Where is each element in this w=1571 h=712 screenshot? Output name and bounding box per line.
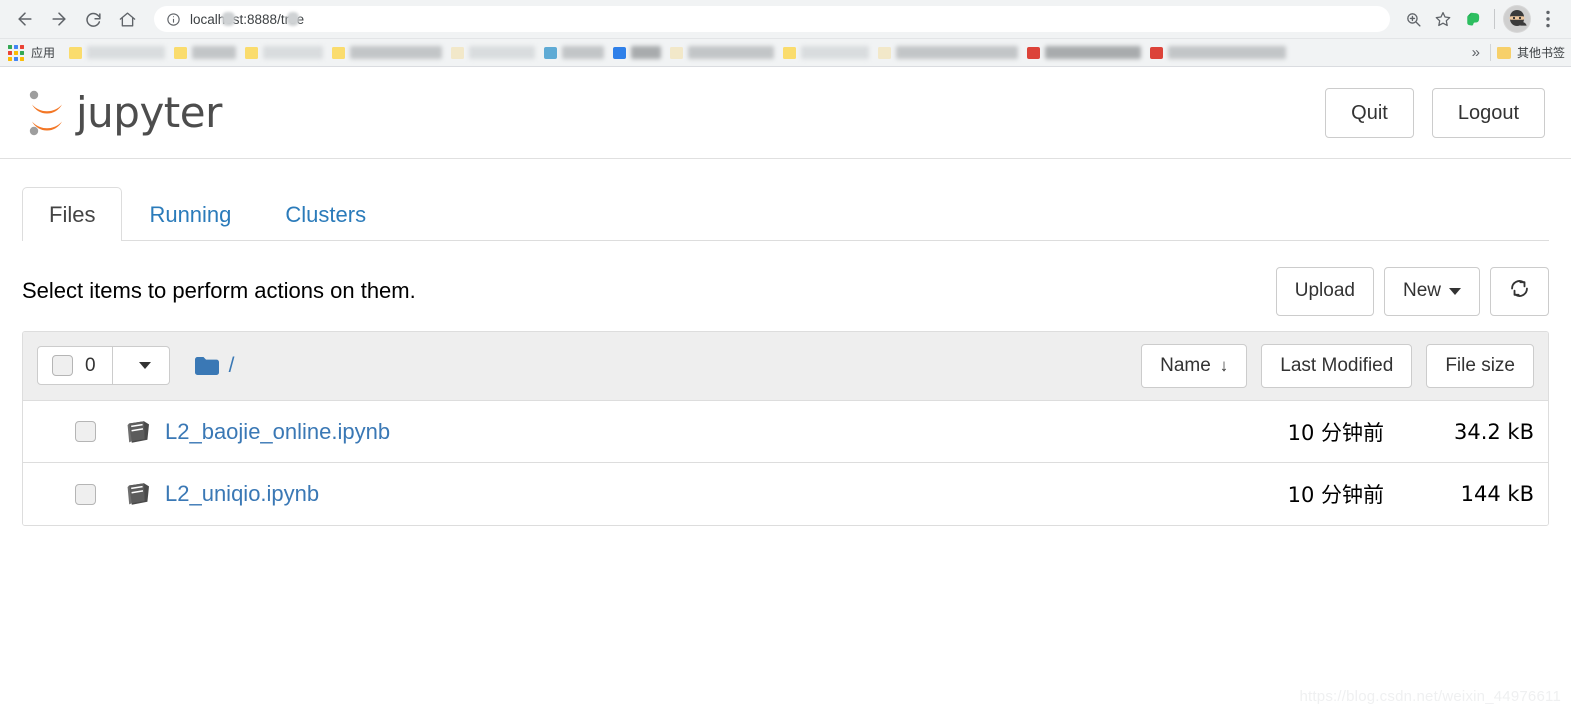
bookmarks-bar: 应用 » 其他书签 bbox=[0, 38, 1571, 66]
profile-avatar-icon[interactable] bbox=[1503, 5, 1531, 33]
select-dropdown-button[interactable] bbox=[112, 346, 170, 386]
file-name-link[interactable]: L2_uniqio.ipynb bbox=[165, 481, 319, 507]
selected-count: 0 bbox=[85, 355, 96, 377]
url-blur-redaction bbox=[287, 12, 299, 26]
chevron-down-icon bbox=[1449, 287, 1461, 295]
bookmark-item[interactable] bbox=[332, 42, 443, 64]
row-checkbox[interactable] bbox=[75, 421, 96, 443]
file-size: 144 kB bbox=[1460, 482, 1534, 507]
browser-chrome: localhost:8888/tree 应用 » 其他书签 bbox=[0, 0, 1571, 67]
tabs-container: Files Running Clusters bbox=[0, 187, 1571, 241]
tab-running[interactable]: Running bbox=[122, 187, 258, 241]
sort-name-label: Name bbox=[1160, 354, 1211, 376]
three-dot-menu-icon[interactable] bbox=[1533, 4, 1563, 34]
table-row[interactable]: L2_uniqio.ipynb 10 分钟前 144 kB bbox=[23, 463, 1548, 526]
upload-button[interactable]: Upload bbox=[1275, 266, 1374, 317]
jupyter-logo-icon bbox=[24, 87, 70, 139]
sort-by-name-button[interactable]: Name ↓ bbox=[1141, 343, 1248, 389]
file-modified: 10 分钟前 bbox=[1287, 483, 1384, 508]
jupyter-logo-text: jupyter bbox=[76, 87, 222, 137]
bookmark-item[interactable] bbox=[783, 42, 870, 64]
browser-toolbar: localhost:8888/tree bbox=[0, 0, 1571, 38]
chevron-down-icon bbox=[138, 362, 151, 370]
folder-icon bbox=[1496, 46, 1511, 59]
apps-grid-icon[interactable] bbox=[8, 44, 24, 61]
bookmark-item[interactable] bbox=[245, 42, 324, 64]
logout-button[interactable]: Logout bbox=[1431, 87, 1545, 138]
apps-label[interactable]: 应用 bbox=[31, 44, 55, 61]
new-label: New bbox=[1402, 280, 1441, 302]
notebook-icon bbox=[126, 420, 152, 444]
file-list-header: 0 / Name ↓ Last Modified File size bbox=[23, 331, 1548, 402]
sort-by-size-button[interactable]: File size bbox=[1426, 343, 1534, 389]
url-blur-redaction bbox=[222, 12, 235, 26]
bookmark-item[interactable] bbox=[544, 42, 605, 64]
bookmark-item[interactable] bbox=[451, 42, 536, 64]
bookmarks-overflow-button[interactable]: » bbox=[1462, 44, 1490, 61]
home-icon[interactable] bbox=[110, 2, 144, 36]
file-modified: 10 分钟前 bbox=[1287, 420, 1384, 445]
toolbar-divider bbox=[1494, 9, 1495, 29]
tab-files[interactable]: Files bbox=[22, 187, 123, 241]
file-name-link[interactable]: L2_baojie_online.ipynb bbox=[165, 419, 390, 445]
other-bookmarks-label: 其他书签 bbox=[1516, 46, 1565, 60]
file-list: 0 / Name ↓ Last Modified File size L2_ba… bbox=[22, 330, 1549, 527]
jupyter-page: jupyter Quit Logout Files Running Cluste… bbox=[0, 67, 1571, 712]
bookmark-item[interactable] bbox=[613, 42, 662, 64]
actions-row: Select items to perform actions on them.… bbox=[0, 266, 1571, 317]
info-circle-icon[interactable] bbox=[166, 12, 181, 27]
folder-icon bbox=[194, 356, 220, 376]
tabs: Files Running Clusters bbox=[22, 187, 1549, 241]
evernote-extension-icon[interactable] bbox=[1458, 4, 1488, 34]
jupyter-logo[interactable]: jupyter bbox=[24, 87, 222, 139]
other-bookmarks-folder[interactable]: 其他书签 bbox=[1489, 44, 1565, 61]
bookmark-item[interactable] bbox=[1150, 42, 1287, 64]
forward-arrow-icon[interactable] bbox=[42, 2, 76, 36]
refresh-button[interactable] bbox=[1490, 266, 1549, 317]
refresh-icon bbox=[1509, 279, 1530, 304]
select-all-group: 0 bbox=[37, 346, 170, 386]
url-bar[interactable]: localhost:8888/tree bbox=[154, 6, 1390, 32]
file-size: 34.2 kB bbox=[1453, 419, 1534, 444]
arrow-down-icon: ↓ bbox=[1219, 356, 1229, 376]
breadcrumb-root[interactable]: / bbox=[229, 354, 235, 378]
select-all-checkbox[interactable] bbox=[52, 355, 73, 377]
back-arrow-icon[interactable] bbox=[8, 2, 42, 36]
reload-icon[interactable] bbox=[76, 2, 110, 36]
sort-by-modified-button[interactable]: Last Modified bbox=[1261, 343, 1413, 389]
actions-buttons: Upload New bbox=[1266, 266, 1549, 317]
row-checkbox[interactable] bbox=[75, 483, 96, 505]
new-dropdown-button[interactable]: New bbox=[1383, 266, 1480, 317]
sort-buttons: Name ↓ Last Modified File size bbox=[1141, 343, 1534, 389]
watermark: https://blog.csdn.net/weixin_44976611 bbox=[1299, 688, 1561, 705]
table-row[interactable]: L2_baojie_online.ipynb 10 分钟前 34.2 kB bbox=[23, 401, 1548, 464]
breadcrumb: / bbox=[194, 354, 235, 378]
bookmark-item[interactable] bbox=[1027, 42, 1142, 64]
select-all-box[interactable]: 0 bbox=[37, 346, 113, 386]
actions-hint: Select items to perform actions on them. bbox=[22, 278, 416, 304]
bookmark-item[interactable] bbox=[670, 42, 775, 64]
bookmark-item[interactable] bbox=[878, 42, 1019, 64]
zoom-in-icon[interactable] bbox=[1398, 4, 1428, 34]
tab-clusters[interactable]: Clusters bbox=[258, 187, 393, 241]
jupyter-header: jupyter Quit Logout bbox=[0, 67, 1571, 159]
star-icon[interactable] bbox=[1428, 4, 1458, 34]
bookmark-item[interactable] bbox=[174, 42, 237, 64]
notebook-icon bbox=[126, 482, 152, 506]
header-actions: Quit Logout bbox=[1325, 87, 1545, 138]
quit-button[interactable]: Quit bbox=[1325, 87, 1414, 138]
bookmark-item[interactable] bbox=[69, 42, 166, 64]
